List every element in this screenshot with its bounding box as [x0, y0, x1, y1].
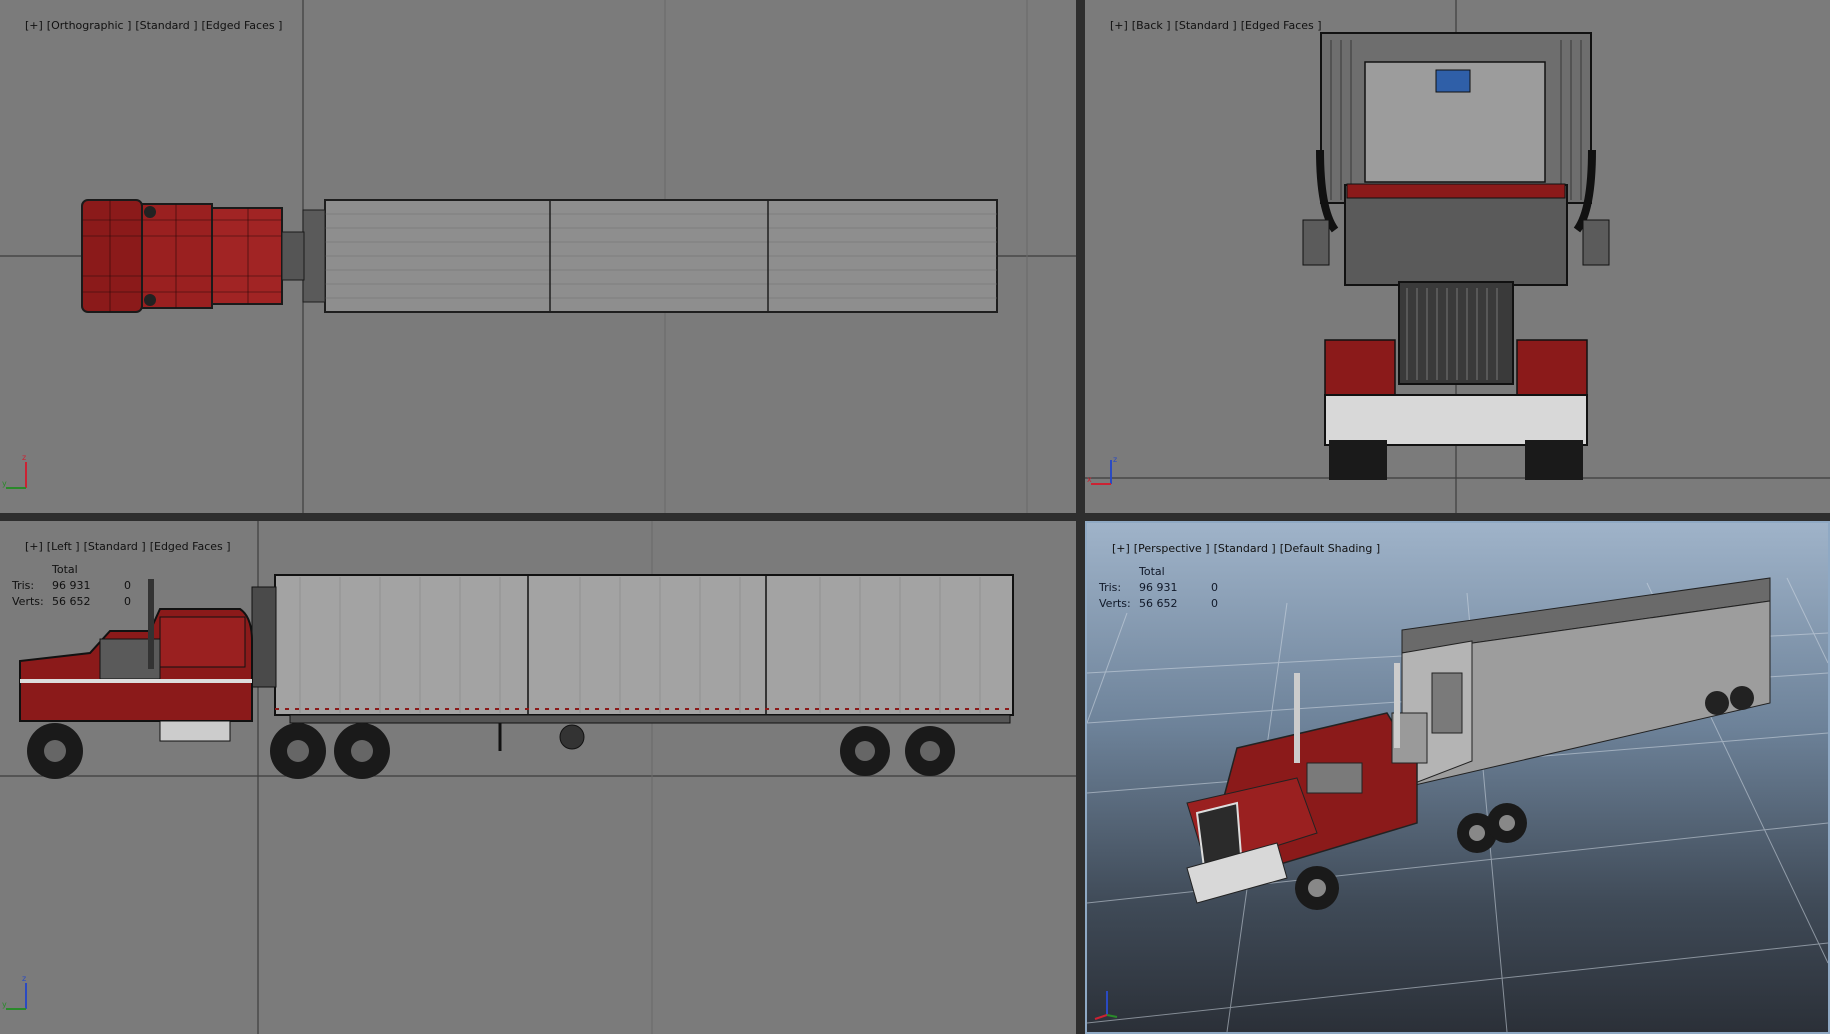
axis-z-label: z	[1113, 455, 1117, 464]
view-mode-label[interactable]: [Back ]	[1132, 19, 1171, 32]
shading-standard-label[interactable]: [Standard ]	[1214, 542, 1276, 555]
viewport-perspective[interactable]: [+] [Perspective ] [Standard ] [Default Sha…	[1085, 521, 1830, 1034]
viewport-orthographic[interactable]: [+] [Orthographic ] [Standard ] [Edged Face…	[0, 0, 1076, 513]
edged-faces-label[interactable]: [Edged Faces ]	[150, 540, 231, 553]
viewport-left[interactable]: [+] [Left ] [Standard ] [Edged Faces ] Tota…	[0, 521, 1076, 1034]
stats-header: Total	[1139, 564, 1165, 578]
left-scene	[0, 521, 1076, 1034]
back-scene	[1085, 0, 1830, 513]
stats-overlay: Total Tris: 96 931 0 Verts: 56 652 0	[1099, 563, 1241, 611]
tris-label: Tris:	[12, 578, 35, 592]
tris-selected: 0	[124, 578, 131, 592]
trailer-top-view	[302, 199, 998, 313]
viewport-label-back[interactable]: [+] [Back ] [Standard ] [Edged Faces ]	[1089, 6, 1326, 45]
tris-selected: 0	[1211, 580, 1218, 594]
verts-value: 56 652	[52, 594, 91, 608]
verts-label: Verts:	[12, 594, 44, 608]
verts-selected: 0	[1211, 596, 1218, 610]
tractor-top-view	[81, 199, 305, 313]
verts-selected: 0	[124, 594, 131, 608]
stats-overlay: Total Tris: 96 931 0 Verts: 56 652 0	[12, 561, 154, 609]
viewport-menu-plus[interactable]: [+]	[25, 19, 43, 32]
truck-back-view	[1302, 32, 1610, 480]
verts-label: Verts:	[1099, 596, 1131, 610]
shading-default-label[interactable]: [Default Shading ]	[1280, 542, 1380, 555]
viewport-menu-plus[interactable]: [+]	[25, 540, 43, 553]
edged-faces-label[interactable]: [Edged Faces ]	[202, 19, 283, 32]
stats-header: Total	[52, 562, 78, 576]
viewport-label-orthographic[interactable]: [+] [Orthographic ] [Standard ] [Edged Face…	[4, 6, 286, 45]
tris-value: 96 931	[52, 578, 91, 592]
axis-gizmo: z y	[2, 973, 32, 1017]
axis-gizmo: z y	[2, 452, 32, 496]
shading-standard-label[interactable]: [Standard ]	[1175, 19, 1237, 32]
shading-standard-label[interactable]: [Standard ]	[84, 540, 146, 553]
viewport-grid: [+] [Orthographic ] [Standard ] [Edged Face…	[0, 0, 1830, 1034]
viewport-menu-plus[interactable]: [+]	[1110, 19, 1128, 32]
axis-z-label: z	[22, 453, 26, 462]
view-mode-label[interactable]: [Perspective ]	[1134, 542, 1210, 555]
shading-standard-label[interactable]: [Standard ]	[135, 19, 197, 32]
viewport-menu-plus[interactable]: [+]	[1112, 542, 1130, 555]
axis-gizmo	[1091, 983, 1121, 1027]
trailer-perspective	[1401, 577, 1771, 789]
tris-value: 96 931	[1139, 580, 1178, 594]
viewport-divider-horizontal[interactable]	[0, 513, 1830, 521]
view-mode-label[interactable]: [Orthographic ]	[47, 19, 132, 32]
axis-y-label: y	[2, 1000, 7, 1009]
orthographic-scene	[0, 0, 1076, 513]
edged-faces-label[interactable]: [Edged Faces ]	[1241, 19, 1322, 32]
tris-label: Tris:	[1099, 580, 1122, 594]
axis-gizmo: z x	[1087, 452, 1127, 496]
axis-x-label: x	[1087, 475, 1092, 484]
viewport-back[interactable]: [+] [Back ] [Standard ] [Edged Faces ] z…	[1085, 0, 1830, 513]
verts-value: 56 652	[1139, 596, 1178, 610]
axis-z-label: z	[22, 974, 26, 983]
view-mode-label[interactable]: [Left ]	[47, 540, 80, 553]
axis-y-label: y	[2, 479, 7, 488]
